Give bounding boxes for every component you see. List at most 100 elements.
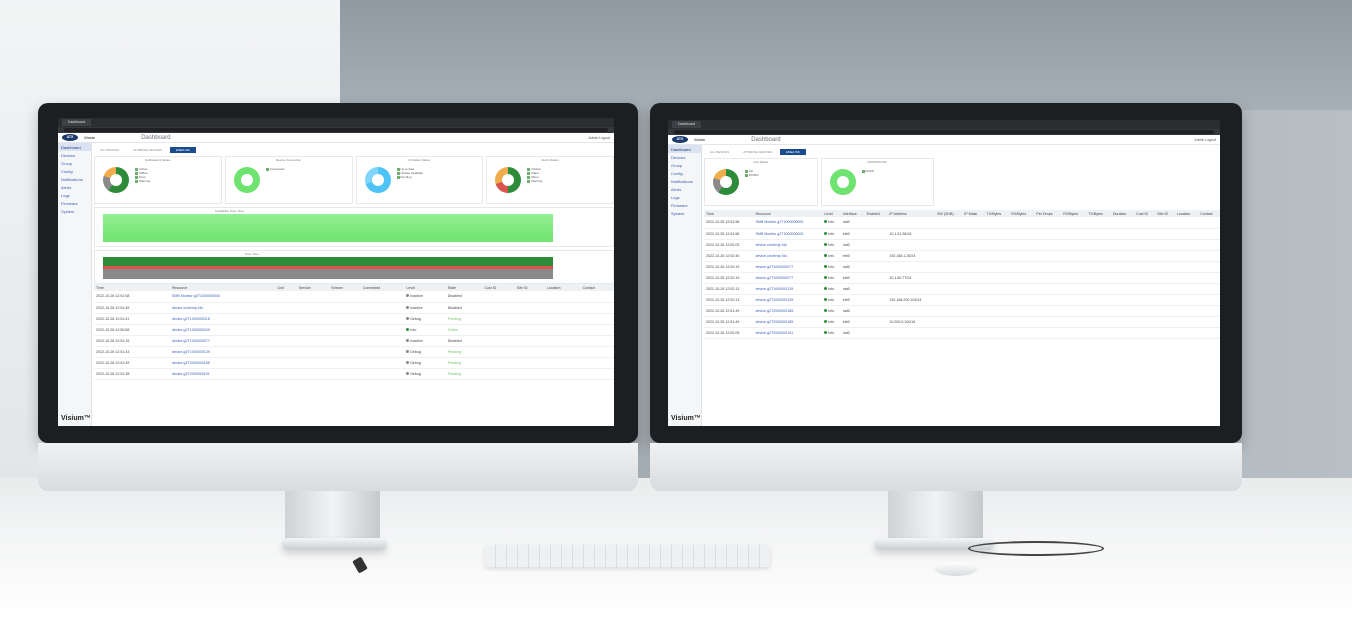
cell-resource[interactable]: device-cncfxrnjr-f4s (753, 239, 823, 251)
column-header[interactable]: TX/Bytes (1086, 210, 1111, 217)
cell-resource[interactable]: device-g2T1000000077 (169, 335, 276, 347)
sidebar-item-devices[interactable]: Devices (668, 153, 701, 161)
cell-resource[interactable]: device-g2T1000000029 (169, 324, 276, 336)
cell-resource[interactable]: device-g2T1000000077 (753, 261, 823, 273)
column-header[interactable]: Cust ID (482, 284, 515, 291)
tab-1[interactable]: ATX800SH DEVICES (737, 149, 778, 155)
column-header[interactable]: Duration (1110, 210, 1135, 217)
sidebar-item-system[interactable]: System (58, 207, 91, 215)
column-header[interactable]: SW (SDB) (935, 210, 963, 217)
tab-2[interactable]: EMEA WK (780, 149, 807, 155)
cell-resource[interactable]: device-cncfxrnjr-f4s (169, 302, 276, 314)
column-header[interactable]: Service (296, 284, 330, 291)
column-header[interactable]: IP Mask (962, 210, 985, 217)
column-header[interactable]: Resource (753, 210, 823, 217)
table-row[interactable]: 2022-10-26 12:51:58 SMB Monitor g2T100000… (94, 291, 614, 303)
sidebar-item-group[interactable]: Group (668, 161, 701, 169)
browser-tab[interactable]: Dashboard (672, 121, 702, 128)
column-header[interactable]: TX/Bytes (984, 210, 1010, 217)
sidebar-item-dashboard[interactable]: Dashboard (668, 145, 701, 153)
column-header[interactable]: Interface (840, 210, 865, 217)
column-header[interactable]: RX/Bytes (1009, 210, 1035, 217)
column-header[interactable]: Site ID (514, 284, 545, 291)
browser-tab[interactable]: Dashboard (62, 119, 92, 126)
table-row[interactable]: 2022-10-26 12:52:19 device-g2T1000000077 I… (704, 261, 1220, 273)
column-header[interactable]: Time (94, 284, 170, 291)
tab-1[interactable]: ATX800SH DEVICES (127, 147, 168, 153)
table-row[interactable]: 2022-10-26 12:52:05 device-g2T2000000191 I… (704, 327, 1220, 339)
column-header[interactable]: Stream (329, 284, 361, 291)
cell-resource[interactable]: device-g2T2000000191 (169, 368, 276, 380)
sidebar-item-logs[interactable]: Logs (668, 193, 701, 201)
table-row[interactable]: 2022-10-26 12:51:38 device-g2T2000000191 D… (94, 368, 614, 380)
sidebar-item-notifications[interactable]: Notifications (58, 175, 91, 183)
column-header[interactable]: Location (1174, 210, 1199, 217)
cell-resource[interactable]: device-g2T1000000077 (753, 272, 823, 284)
table-row[interactable]: 2022-10-26 12:51:43 device-g2T1000000139 D… (94, 346, 614, 358)
sidebar-item-alerts[interactable]: Alerts (58, 183, 91, 191)
table-row[interactable]: 2022-10-26 12:52:13 device-g2T1000000139 I… (704, 283, 1220, 295)
column-header[interactable]: Cust ID (1134, 210, 1156, 217)
table-row[interactable]: 2022-10-26 12:51:58 SMB Monitor g2T100000… (704, 228, 1220, 240)
cell-resource[interactable]: device-g2T2000000185 (753, 316, 823, 328)
device-selector[interactable]: Waste (84, 135, 95, 140)
table-row[interactable]: 2022-10-26 12:51:49 device-g2T2000000185 I… (704, 316, 1220, 328)
cell-resource[interactable]: device-g2T1000000139 (753, 283, 823, 295)
table-row[interactable]: 2022-10-26 12:52:13 device-g2T1000000139 I… (704, 294, 1220, 306)
sidebar-item-system[interactable]: System (668, 209, 701, 217)
column-header[interactable]: Site ID (1155, 210, 1175, 217)
sidebar-item-firmware[interactable]: Firmware (668, 201, 701, 209)
cell-resource[interactable]: device-g2T1000000018 (169, 313, 276, 325)
tab-0[interactable]: ALL DEVICES (94, 147, 125, 153)
sidebar-item-devices[interactable]: Devices (58, 151, 91, 159)
column-header[interactable]: Unit (275, 284, 297, 291)
column-header[interactable]: Contact (580, 284, 614, 291)
cell-resource[interactable]: device-g2T1000000139 (753, 294, 823, 306)
sidebar-item-logs[interactable]: Logs (58, 191, 91, 199)
column-header[interactable]: Connected (360, 284, 405, 291)
device-selector[interactable]: Waste (694, 137, 705, 142)
table-row[interactable]: 2022-10-26 12:52:03 device-cncfxrnjr-f4s I… (704, 239, 1220, 251)
cell-resource[interactable]: SMB Monitor g2T1000000000 (753, 217, 823, 229)
cell-resource[interactable]: device-g2T2000000185 (169, 357, 276, 369)
table-row[interactable]: 2022-10-26 12:52:19 device-g2T1000000077 I… (704, 272, 1220, 284)
column-header[interactable]: State (445, 284, 483, 291)
sidebar-item-notifications[interactable]: Notifications (668, 177, 701, 185)
cell-resource[interactable]: device-g2T2000000191 (753, 327, 823, 339)
sidebar-item-firmware[interactable]: Firmware (58, 199, 91, 207)
sidebar-item-config[interactable]: Config (668, 169, 701, 177)
table-row[interactable]: 2022-10-26 12:51:49 device-g2T2000000185 I… (704, 305, 1220, 317)
cell-resource[interactable]: device-g2T2000000185 (753, 305, 823, 317)
user-menu[interactable]: Admin Logout (588, 136, 610, 140)
url-input[interactable] (64, 128, 608, 132)
cell-resource[interactable]: SMB Monitor g2T1000000000 (753, 228, 823, 240)
url-input[interactable] (674, 130, 1214, 134)
sidebar-item-dashboard[interactable]: Dashboard (58, 143, 91, 151)
column-header[interactable]: Enabled (864, 210, 888, 217)
column-header[interactable]: Per Drops (1034, 210, 1062, 217)
column-header[interactable]: Level (822, 210, 841, 217)
table-row[interactable]: 2022-10-26 12:51:58 SMB Monitor g2T100000… (704, 217, 1220, 229)
column-header[interactable]: Time (704, 210, 754, 217)
cell-resource[interactable]: device-g2T1000000139 (169, 346, 276, 358)
column-header[interactable]: Location (544, 284, 581, 291)
table-row[interactable]: 2022-10-26 12:50:58 device-g2T1000000029 I… (94, 324, 614, 336)
table-row[interactable]: 2022-10-26 12:51:49 device-cncfxrnjr-f4s I… (94, 302, 614, 314)
sidebar-item-config[interactable]: Config (58, 167, 91, 175)
cell-resource[interactable]: SMB Monitor g2T1000000000 (169, 291, 276, 303)
column-header[interactable]: Resource (169, 284, 276, 291)
user-menu[interactable]: Admin Logout (1194, 138, 1216, 142)
tab-0[interactable]: ALL DEVICES (704, 149, 735, 155)
sidebar-item-group[interactable]: Group (58, 159, 91, 167)
column-header[interactable]: IP Address (887, 210, 936, 217)
table-row[interactable]: 2022-10-26 12:51:41 device-g2T1000000018 D… (94, 313, 614, 325)
column-header[interactable]: Contact (1198, 210, 1220, 217)
table-row[interactable]: 2022-10-26 12:52:40 device-cncfxrnjr-f4s I… (704, 250, 1220, 262)
tab-2[interactable]: EMEA WK (170, 147, 197, 153)
table-row[interactable]: 2022-10-26 12:51:49 device-g2T2000000185 D… (94, 357, 614, 369)
sidebar-item-alerts[interactable]: Alerts (668, 185, 701, 193)
column-header[interactable]: Level (404, 284, 446, 291)
column-header[interactable]: RX/Bytes (1061, 210, 1087, 217)
cell-resource[interactable]: device-cncfxrnjr-f4s (753, 250, 823, 262)
table-row[interactable]: 2022-10-26 12:51:15 device-g2T1000000077 I… (94, 335, 614, 347)
